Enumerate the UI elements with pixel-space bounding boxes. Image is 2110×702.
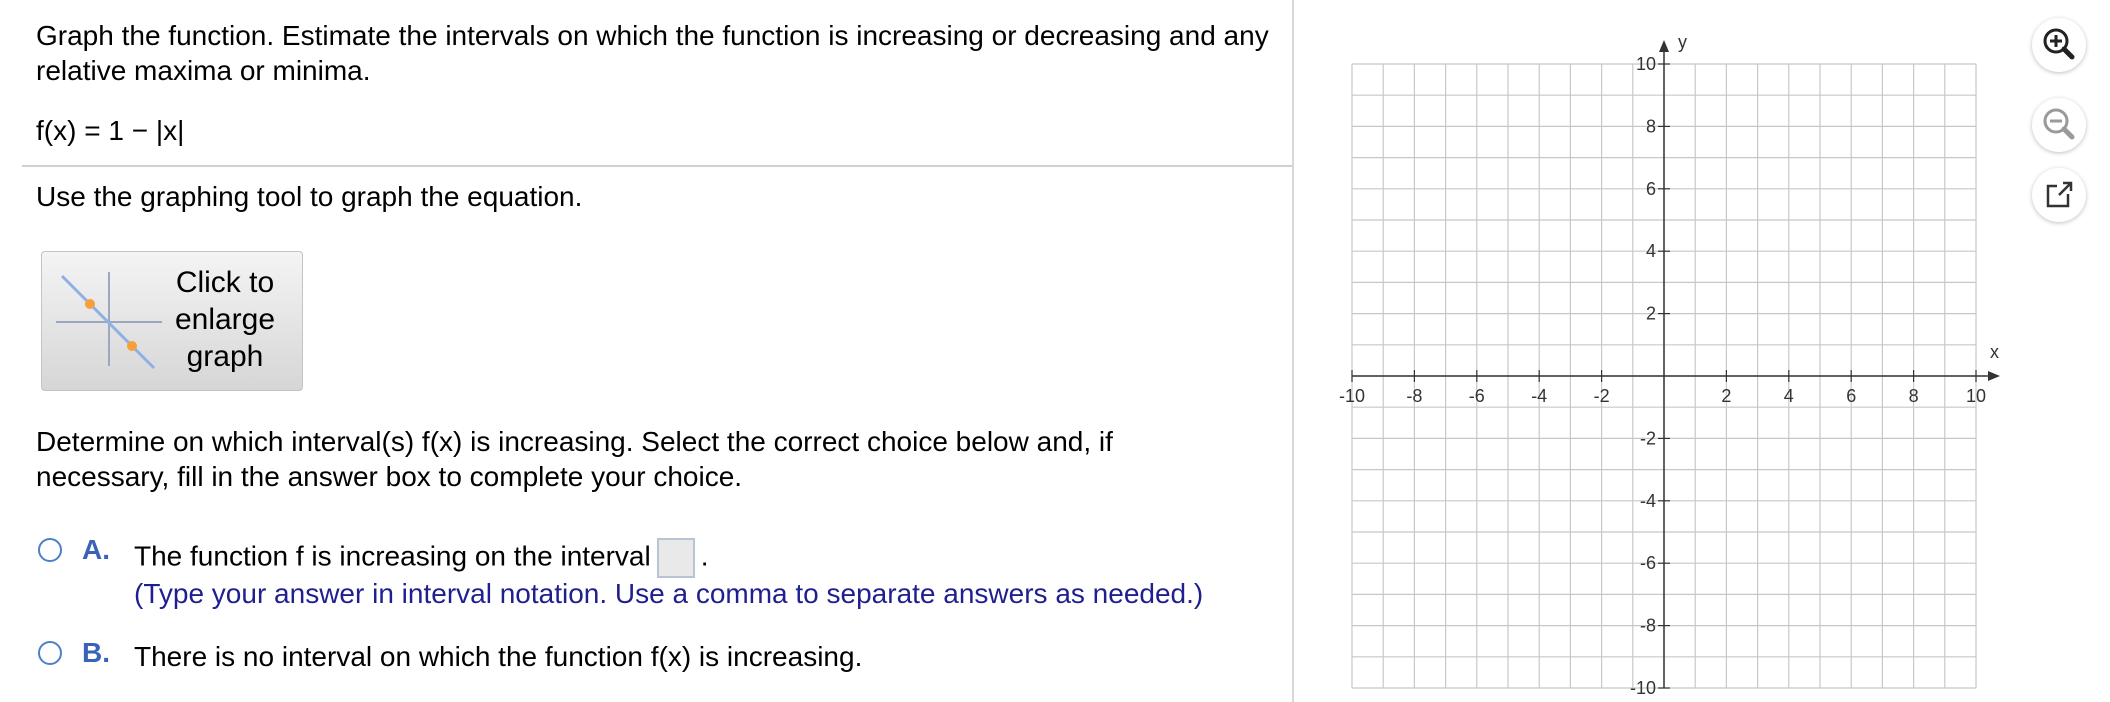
y-tick-label: 10	[1636, 54, 1656, 74]
zoom-out-icon	[2043, 108, 2075, 140]
x-tick-label: 10	[1966, 386, 1986, 406]
y-tick-label: 6	[1646, 179, 1656, 199]
popout-button[interactable]	[2032, 168, 2086, 222]
y-tick-label: -10	[1630, 678, 1656, 698]
function-definition: f(x) = 1 − |x|	[36, 115, 185, 146]
enlarge-graph-button[interactable]: Click to enlarge graph	[41, 251, 303, 391]
zoom-in-button[interactable]	[2032, 18, 2086, 72]
question-prompt: Graph the function. Estimate the interva…	[36, 20, 1269, 86]
choice-a-text: The function f is increasing on the inte…	[134, 538, 709, 578]
x-tick-label: 6	[1846, 386, 1856, 406]
enlarge-graph-label: Click to enlarge graph	[174, 266, 276, 373]
choice-a-text-before: The function f is increasing on the inte…	[134, 540, 651, 572]
popout-icon	[2046, 180, 2075, 208]
choice-b-letter: B.	[82, 637, 110, 668]
y-tick-label: 8	[1646, 116, 1656, 136]
y-tick-label: -6	[1640, 553, 1656, 573]
panel-divider	[1292, 0, 1294, 702]
coordinate-graph[interactable]: x y -10 -8 -6 -4 -2 2 4 6 8 10 10 8 6 4 2 -2 -4 -6 -8 -10	[1320, 20, 2020, 702]
graph-instruction: Use the graphing tool to graph the equat…	[36, 181, 583, 212]
question-panel: Graph the function. Estimate the interva…	[0, 0, 1292, 702]
graph-thumbnail-icon	[56, 272, 162, 370]
choice-a-radio[interactable]	[38, 538, 62, 562]
choice-a-text-after: .	[700, 540, 709, 572]
x-tick-label: 2	[1721, 386, 1731, 406]
divider	[22, 165, 1292, 167]
zoom-in-icon	[2043, 28, 2075, 60]
choice-b-text: There is no interval on which the functi…	[134, 641, 863, 672]
x-tick-label: 4	[1784, 386, 1794, 406]
x-tick-label: -8	[1406, 386, 1422, 406]
x-axis-arrow	[1988, 371, 2000, 381]
x-tick-label: -6	[1469, 386, 1485, 406]
x-tick-label: -10	[1339, 386, 1365, 406]
x-axis-label: x	[1990, 342, 1999, 362]
y-tick-label: -2	[1640, 428, 1656, 448]
y-axis-label: y	[1678, 32, 1687, 52]
x-tick-label: -4	[1531, 386, 1547, 406]
choice-a-letter: A.	[82, 534, 110, 565]
y-tick-label: 2	[1646, 304, 1656, 324]
y-tick-label: 4	[1646, 241, 1656, 261]
x-tick-label: -2	[1594, 386, 1610, 406]
zoom-out-button[interactable]	[2032, 98, 2086, 152]
interval-answer-box[interactable]	[656, 538, 695, 578]
determine-prompt: Determine on which interval(s) f(x) is i…	[36, 426, 1113, 492]
choice-a-hint: (Type your answer in interval notation. …	[134, 578, 1204, 609]
y-tick-label: -8	[1640, 616, 1656, 636]
y-tick-label: -4	[1640, 491, 1656, 511]
y-axis-arrow	[1659, 40, 1669, 52]
x-tick-label: 8	[1909, 386, 1919, 406]
choice-b-radio[interactable]	[38, 641, 62, 665]
